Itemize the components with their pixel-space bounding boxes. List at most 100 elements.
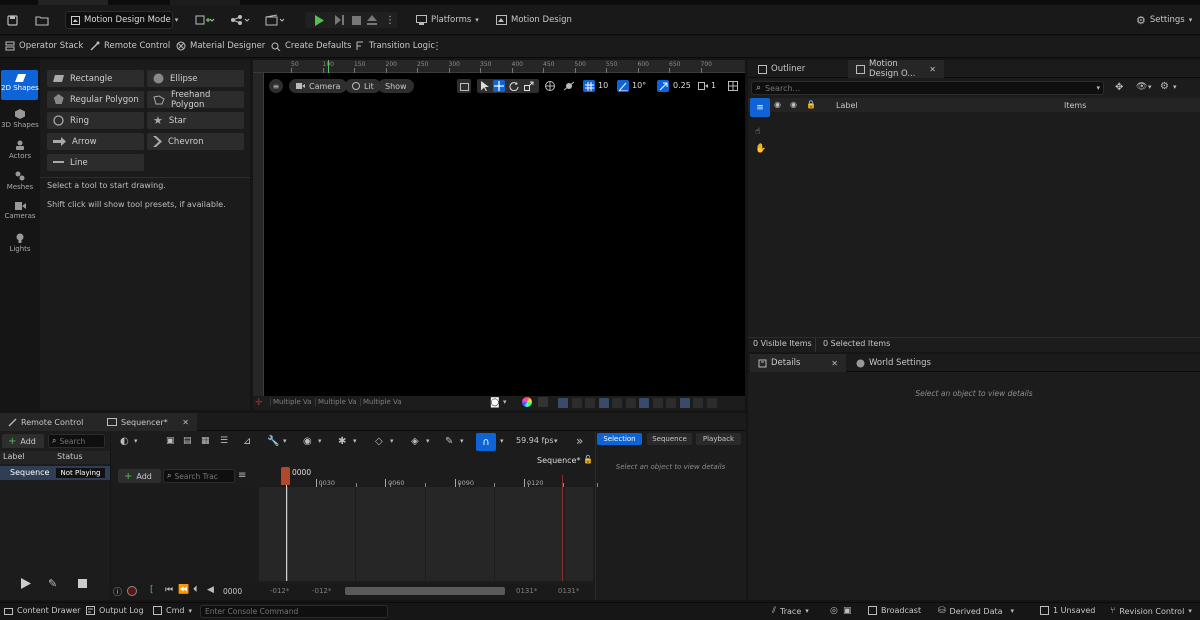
scale-snap-value[interactable]: 0.25 [673, 81, 691, 90]
guides-icon[interactable] [538, 397, 548, 407]
angle-snap-icon[interactable] [617, 80, 629, 92]
trace-snapshot-icon[interactable]: ▣ [843, 606, 852, 616]
cmd-dropdown[interactable]: Cmd ▾ [153, 606, 192, 615]
remote-control-button[interactable]: Remote Control [90, 41, 170, 51]
prev-key-icon[interactable]: ⏪ [178, 585, 189, 595]
hide-column-icon[interactable]: ◉ [790, 100, 797, 109]
lock-icon[interactable]: 🔓 [583, 455, 593, 464]
grid-icon[interactable] [598, 398, 609, 408]
create-defaults-button[interactable]: Create Defaults [271, 41, 351, 51]
visibility-column-icon[interactable]: ◉ [774, 100, 781, 109]
add-actor-icon[interactable] [193, 13, 217, 27]
wrench-icon[interactable]: 🔧 [267, 436, 279, 447]
snap-magnet-icon[interactable]: ∩ [476, 433, 496, 451]
category-3d-shapes[interactable]: 3D Shapes [0, 109, 40, 129]
more-options-icon[interactable]: ⋮ [432, 41, 442, 52]
remote-control-search-input[interactable] [59, 436, 102, 446]
chevron-down-icon[interactable]: ▾ [134, 437, 138, 445]
chevron-down-icon[interactable]: ▾ [1173, 83, 1177, 91]
operator-stack-button[interactable]: Operator Stack [5, 41, 83, 51]
snapshot-icon[interactable] [457, 79, 471, 93]
platforms-button[interactable]: Platforms ▾ [416, 14, 479, 26]
world-icon[interactable]: ◐ [120, 436, 129, 447]
stop-icon[interactable] [78, 579, 87, 588]
tab-sequencer[interactable]: Sequencer* ✕ [99, 413, 197, 431]
chevron-down-icon[interactable]: ▾ [1096, 84, 1100, 92]
shape-chevron[interactable]: Chevron [147, 133, 244, 150]
output-log-button[interactable]: Output Log [86, 606, 144, 615]
tab-sequence[interactable]: Sequence [647, 433, 692, 445]
chevron-down-icon[interactable]: ▾ [283, 437, 287, 445]
eye-icon[interactable]: ◉ [303, 436, 312, 447]
select-tool-icon[interactable]: ☝ [755, 127, 760, 137]
delete-icon[interactable] [612, 398, 622, 408]
link-icon[interactable] [666, 398, 676, 408]
surface-snap-icon[interactable] [563, 80, 575, 92]
eye-icon[interactable] [652, 398, 663, 408]
playlist-icon[interactable]: ☰ [220, 436, 228, 446]
sort-icon[interactable] [625, 398, 636, 408]
column-label[interactable]: Label [3, 452, 25, 461]
pivot-icon[interactable]: ✛ [255, 398, 263, 408]
graph-icon[interactable]: ⊿ [243, 436, 251, 447]
zoom-icon[interactable] [706, 398, 717, 408]
camera-speed-value[interactable]: 1 [711, 81, 716, 90]
filter-icon[interactable] [639, 398, 649, 408]
chevron-down-icon[interactable]: ▾ [390, 437, 394, 445]
viewport-field[interactable]: Multiple Va [270, 398, 312, 406]
chevron-down-icon[interactable]: ▾ [500, 437, 504, 445]
eye-icon[interactable]: 👁 [1136, 82, 1147, 92]
mode-dropdown[interactable]: Motion Design Mode ▾ [65, 11, 178, 29]
jump-start-icon[interactable]: ⏮ [165, 585, 173, 595]
shape-ring[interactable]: Ring [47, 112, 144, 129]
view-range-scrollbar[interactable] [345, 587, 505, 595]
chevron-down-icon[interactable]: ▾ [353, 437, 357, 445]
gear-icon[interactable]: ⚙ [1160, 81, 1169, 92]
render-movie-icon[interactable]: ▤ [183, 436, 192, 446]
expand-icon[interactable]: » [576, 434, 583, 448]
view-start[interactable]: -012* [312, 587, 331, 595]
filter-icon[interactable]: ≡ [238, 470, 246, 481]
console-input[interactable] [200, 605, 388, 618]
chevron-down-icon[interactable]: ▾ [503, 398, 507, 406]
category-actors[interactable]: Actors [0, 140, 40, 160]
color-wheel-icon[interactable] [522, 397, 532, 407]
shape-freehand-polygon[interactable]: Freehand Polygon [147, 90, 244, 110]
add-track-button[interactable]: + Add [118, 469, 161, 483]
tab-details[interactable]: Details ✕ [750, 354, 846, 372]
settings-button[interactable]: ⚙ Settings ▾ [1136, 14, 1192, 27]
range-start[interactable]: -012* [270, 587, 289, 595]
world-space-icon[interactable] [544, 80, 556, 92]
outliner-search[interactable]: ⌕ ▾ [751, 81, 1104, 95]
close-icon[interactable]: ✕ [182, 418, 189, 427]
frame-value[interactable]: 0000 [223, 587, 242, 596]
key-icon[interactable]: ✱ [338, 436, 346, 447]
track-search[interactable]: ⌕ [163, 469, 235, 483]
tab-playback[interactable]: Playback [696, 433, 741, 445]
step-back-icon[interactable]: ⏴ [193, 585, 198, 595]
hamburger-menu-icon[interactable]: ≡ [269, 79, 283, 93]
trace-button[interactable]: ⫽ Trace ▾ [772, 606, 809, 616]
play-icon[interactable] [313, 14, 325, 26]
lit-button[interactable]: Lit [345, 79, 381, 93]
stats-icon[interactable] [558, 398, 568, 408]
chevron-down-icon[interactable]: ▾ [460, 437, 464, 445]
check-icon[interactable] [679, 398, 690, 408]
tab-selection[interactable]: Selection [597, 433, 642, 445]
scale-snap-icon[interactable] [657, 80, 669, 92]
auto-key-icon[interactable]: ◈ [411, 436, 419, 447]
timeline-area[interactable] [259, 487, 593, 581]
play-reverse-icon[interactable]: ◀ [207, 585, 214, 595]
cinematics-icon[interactable] [264, 13, 288, 27]
translate-icon[interactable] [493, 80, 505, 92]
maximize-viewport-icon[interactable] [727, 80, 739, 92]
tab-world-settings[interactable]: World Settings [848, 354, 939, 372]
close-icon[interactable]: ✕ [929, 65, 936, 74]
grid-snap-value[interactable]: 10 [598, 81, 608, 90]
trace-record-icon[interactable]: ◎ [830, 606, 838, 616]
stop-icon[interactable] [350, 14, 362, 26]
lock-icon[interactable]: 🔒 [806, 100, 816, 109]
step-icon[interactable] [333, 14, 345, 26]
transition-logic-button[interactable]: Transition Logic [355, 41, 435, 51]
blueprint-icon[interactable] [229, 13, 253, 27]
